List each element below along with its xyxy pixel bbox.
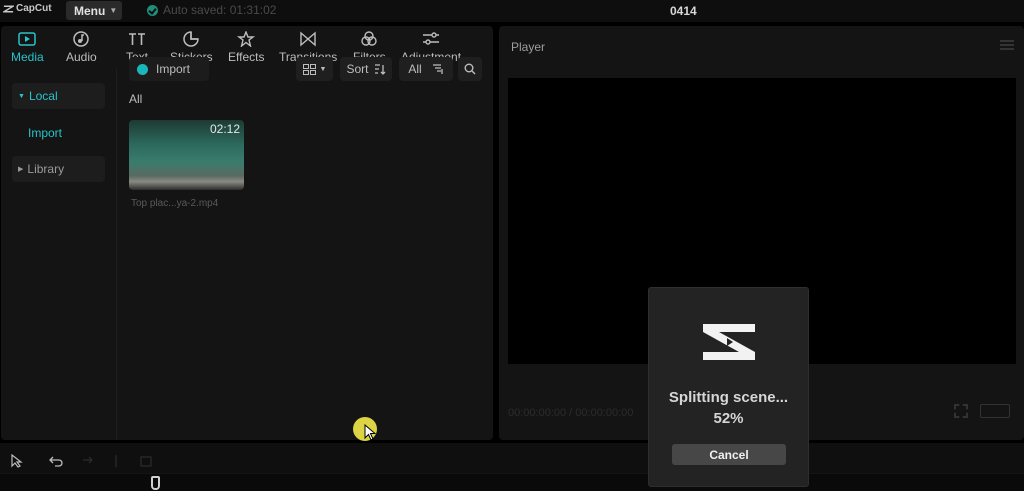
section-label: All: [129, 92, 143, 106]
delete-icon[interactable]: [138, 454, 154, 468]
app-name: CapCut: [16, 3, 52, 14]
playhead-handle[interactable]: [151, 476, 160, 490]
audio-icon: [71, 30, 91, 48]
media-duration: 02:12: [209, 122, 240, 136]
tab-media[interactable]: Media: [11, 30, 44, 64]
effects-icon: [236, 30, 256, 48]
tab-audio[interactable]: Audio: [66, 30, 97, 64]
plus-circle-icon: [137, 63, 148, 75]
timeline-panel: [0, 443, 1024, 491]
cancel-button[interactable]: Cancel: [672, 444, 786, 465]
sidebar-item-library[interactable]: ▶ Library: [12, 156, 105, 182]
filter-icon: [432, 63, 443, 74]
transitions-icon: [298, 30, 318, 48]
adjustment-icon: [421, 30, 441, 48]
sidebar-item-import[interactable]: Import: [12, 120, 105, 146]
select-cursor-icon[interactable]: [10, 454, 26, 468]
fullscreen-icon[interactable]: [954, 404, 968, 418]
timeline-toolbar: [10, 454, 154, 468]
view-mode-button[interactable]: ▼: [296, 57, 333, 81]
search-button[interactable]: [458, 57, 482, 81]
media-icon: [17, 30, 37, 48]
sort-icon: [374, 63, 385, 75]
autosave-text: Auto saved: 01:31:02: [163, 3, 277, 17]
import-label: Import: [156, 62, 191, 76]
aspect-ratio-button[interactable]: [980, 404, 1010, 418]
project-title[interactable]: 0414: [670, 4, 697, 18]
player-title: Player: [511, 40, 546, 54]
menu-label: Menu: [74, 3, 106, 18]
media-thumbnail[interactable]: 02:12: [129, 120, 244, 190]
hamburger-icon[interactable]: [1000, 40, 1014, 50]
grid-icon: [302, 63, 316, 75]
import-button[interactable]: Import: [129, 57, 209, 81]
sidebar-item-local[interactable]: ▼ Local: [12, 83, 105, 109]
stickers-icon: [181, 30, 201, 48]
caret-down-icon: ▼: [18, 92, 25, 100]
capcut-logo-icon: [703, 324, 755, 360]
chevron-down-icon: ▼: [109, 6, 118, 15]
menu-button[interactable]: Menu ▼: [66, 1, 122, 20]
player-controls: [954, 404, 1010, 418]
tab-audio-label: Audio: [66, 50, 97, 64]
dialog-progress: 52%: [713, 410, 744, 427]
chevron-down-icon: ▼: [319, 65, 327, 73]
sort-label: Sort: [346, 62, 369, 76]
mouse-pointer-icon: [364, 424, 376, 441]
search-icon: [464, 63, 476, 75]
caret-right-icon: ▶: [18, 166, 24, 173]
media-panel: Media Audio Text Stickers Effects Transi…: [1, 26, 493, 440]
redo-icon[interactable]: [78, 454, 94, 468]
undo-icon[interactable]: [48, 454, 64, 468]
autosave-status: Auto saved: 01:31:02: [147, 3, 276, 17]
split-icon[interactable]: [108, 454, 124, 468]
top-bar: CapCut Menu ▼ Auto saved: 01:31:02 0414: [0, 0, 1024, 22]
media-sidebar: ▼ Local Import ▶ Library: [1, 68, 117, 440]
filter-label: All: [408, 62, 422, 76]
media-filename: Top plac...ya-2.mp4: [131, 198, 219, 209]
filter-button[interactable]: All: [399, 57, 453, 81]
sidebar-library-label: Library: [27, 162, 65, 176]
capcut-logo-icon: [3, 5, 14, 12]
sidebar-local-label: Local: [28, 89, 58, 103]
tab-effects[interactable]: Effects: [228, 30, 264, 64]
text-icon: [127, 30, 147, 48]
app-logo: CapCut: [3, 3, 52, 14]
dialog-title: Splitting scene...: [668, 389, 789, 406]
sort-button[interactable]: Sort: [340, 57, 392, 81]
filters-icon: [359, 30, 379, 48]
player-timecode: 00:00:00:00 / 00:00:00:00: [508, 407, 634, 419]
check-circle-icon: [147, 4, 158, 16]
tab-effects-label: Effects: [228, 50, 265, 64]
splitting-scene-dialog: Splitting scene... 52% Cancel: [648, 287, 809, 487]
sidebar-import-label: Import: [28, 126, 63, 140]
tab-media-label: Media: [11, 50, 44, 64]
